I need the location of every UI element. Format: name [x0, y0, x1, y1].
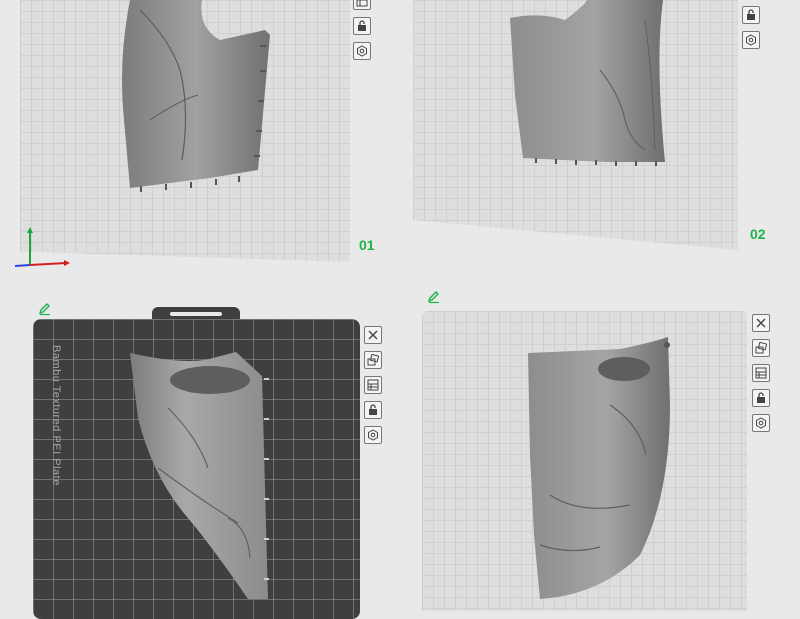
auto-arrange-icon — [367, 354, 379, 366]
close-icon — [756, 318, 766, 328]
plate-layout-icon — [367, 379, 379, 391]
plate-settings-icon — [756, 417, 766, 429]
plate-settings-button[interactable] — [364, 426, 382, 444]
auto-arrange-icon — [755, 342, 767, 354]
plate-02-toolbar — [742, 6, 760, 49]
plate-settings-icon — [357, 45, 367, 57]
plate-layout-icon — [356, 0, 368, 7]
plate-01-toolbar — [353, 0, 371, 60]
lock-plate-button[interactable] — [752, 389, 770, 407]
plate-settings-icon — [368, 429, 378, 441]
plate-layout-button[interactable] — [353, 0, 371, 10]
edit-pencil-icon[interactable] — [38, 302, 52, 316]
plate-layout-button[interactable] — [752, 364, 770, 382]
edit-pencil-icon[interactable] — [427, 290, 441, 304]
lock-plate-button[interactable] — [742, 6, 760, 24]
axis-gizmo — [14, 227, 70, 267]
delete-plate-button[interactable] — [752, 314, 770, 332]
plate-settings-button[interactable] — [752, 414, 770, 432]
model-part-face-right[interactable] — [520, 335, 680, 599]
lock-plate-button[interactable] — [353, 17, 371, 35]
auto-arrange-button[interactable] — [364, 351, 382, 369]
model-part-ear-right[interactable] — [505, 0, 675, 170]
lock-icon — [757, 392, 765, 403]
model-part-face-left[interactable] — [128, 348, 278, 599]
auto-arrange-button[interactable] — [752, 339, 770, 357]
model-part-ear-left[interactable] — [110, 0, 280, 195]
plate-number-01: 01 — [359, 237, 375, 253]
lock-icon — [369, 404, 377, 415]
plate-number-02: 02 — [750, 226, 766, 242]
lock-plate-button[interactable] — [364, 401, 382, 419]
plate-layout-icon — [755, 367, 767, 379]
lock-icon — [747, 9, 755, 20]
plate-type-label: Bambu Textured PEI Plate — [50, 345, 62, 486]
lock-icon — [358, 20, 366, 31]
plate-03-toolbar — [364, 326, 382, 444]
plate-settings-button[interactable] — [742, 31, 760, 49]
plate-settings-button[interactable] — [353, 42, 371, 60]
close-icon — [368, 330, 378, 340]
plate-layout-button[interactable] — [364, 376, 382, 394]
delete-plate-button[interactable] — [364, 326, 382, 344]
plate-04-toolbar — [752, 314, 770, 432]
plate-settings-icon — [746, 34, 756, 46]
